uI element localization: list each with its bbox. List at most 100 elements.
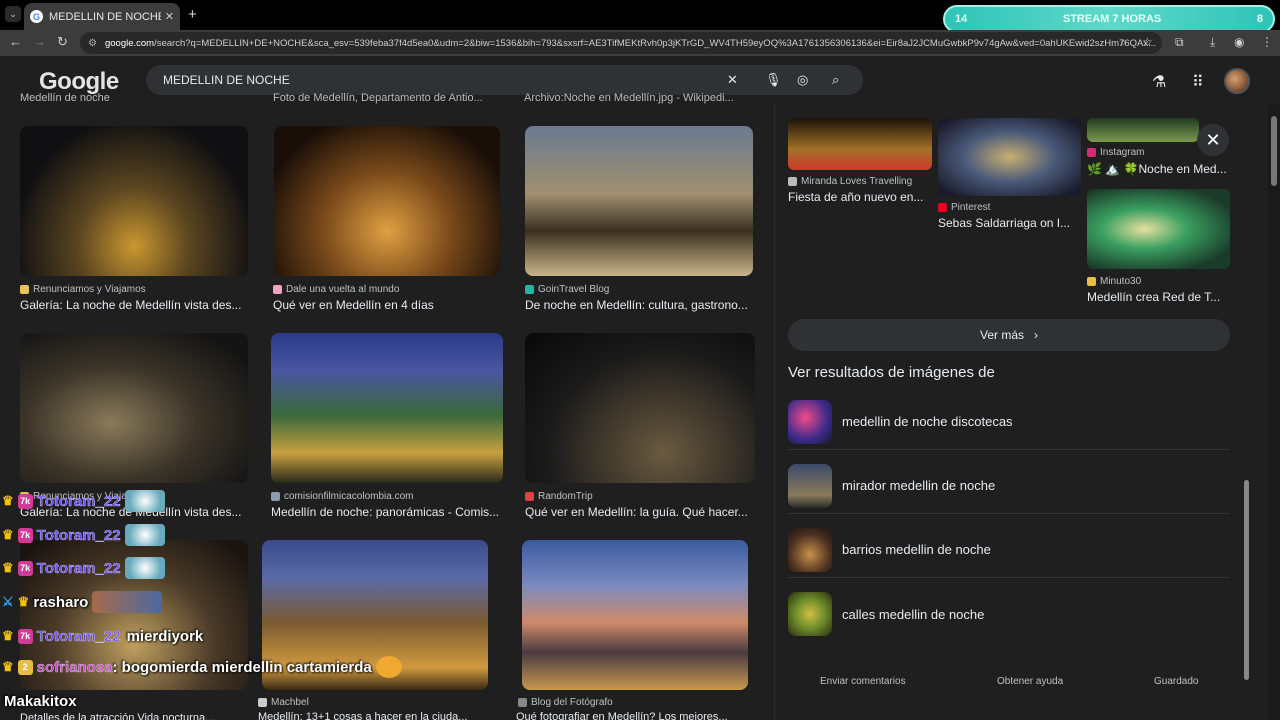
panel-caption-4[interactable]: Medellín crea Red de T... — [1087, 290, 1227, 304]
partial-caption-1[interactable]: Medellín de noche — [20, 92, 248, 104]
panel-caption-2[interactable]: Sebas Saldarriaga on I... — [938, 216, 1078, 230]
reload-icon[interactable]: ↻ — [57, 34, 68, 50]
panel-image-1[interactable] — [788, 118, 932, 170]
apps-grid-icon[interactable]: ⠿ — [1192, 72, 1204, 92]
result-image-9[interactable] — [522, 540, 748, 690]
stream-label: STREAM 7 HORAS — [1062, 13, 1162, 25]
new-tab-button[interactable]: + — [188, 6, 197, 23]
stream-right-count: 8 — [1256, 13, 1263, 25]
related-search-2[interactable]: mirador medellin de noche — [788, 458, 1230, 514]
streamer-nickname: Makakitox — [4, 693, 77, 710]
search-icon[interactable]: ⌕ — [832, 72, 839, 88]
panel-image-3[interactable] — [1087, 118, 1199, 142]
tab-title: MEDELLIN DE NOCHE - Buscar — [49, 10, 161, 23]
stream-left-count: 14 — [955, 13, 968, 25]
search-input[interactable]: MEDELLIN DE NOCHE ✕ 🎙 ◎ ⌕ — [146, 65, 863, 95]
result-image-3[interactable] — [525, 126, 753, 276]
chat-message: ♛ 7k Totoram_22 — [2, 557, 165, 579]
ver-mas-button[interactable]: Ver más › — [788, 319, 1230, 351]
extensions-icon[interactable]: ⧉ — [1175, 35, 1184, 50]
result-caption-8[interactable]: Medellín: 13+1 cosas a hacer en la ciuda… — [258, 711, 488, 720]
account-avatar[interactable] — [1224, 68, 1250, 94]
result-caption-7[interactable]: Detalles de la atracción Vida nocturna..… — [20, 712, 220, 720]
address-bar[interactable]: ⚙ google.com /search?q=MEDELLIN+DE+NOCHE… — [80, 32, 1162, 54]
sub-badge-icon: 7k — [17, 493, 33, 509]
tab-search-button[interactable]: ⌄ — [5, 6, 21, 22]
panel-source-2[interactable]: Pinterest — [938, 202, 990, 213]
chat-message: ♛ 7k Totoram_22 — [2, 490, 165, 512]
crown-icon: ♛ — [17, 594, 30, 609]
result-image-5[interactable] — [271, 333, 503, 483]
tab-bar: ⌄ G MEDELLIN DE NOCHE - Buscar ✕ + 14 ST… — [0, 0, 1280, 33]
panel-source-4[interactable]: Minuto30 — [1087, 276, 1141, 287]
related-thumb-1 — [788, 399, 832, 444]
emote-icon — [124, 557, 165, 579]
result-source-5[interactable]: comisionfilmicacolombia.com — [271, 491, 413, 502]
search-query: MEDELLIN DE NOCHE — [163, 73, 290, 87]
download-icon[interactable]: ⤓ — [1210, 35, 1215, 50]
result-caption-5[interactable]: Medellín de noche: panorámicas - Comis..… — [271, 505, 503, 519]
page-scroll-thumb[interactable] — [1271, 116, 1277, 186]
related-search-3[interactable]: barrios medellin de noche — [788, 522, 1230, 578]
result-caption-9[interactable]: Qué fotografiar en Medellín? Los mejores… — [516, 711, 746, 720]
result-source-8[interactable]: Machbel — [258, 697, 309, 708]
url-host: google.com — [104, 37, 155, 49]
site-info-icon[interactable]: ⚙ — [88, 38, 97, 49]
emote-icon — [375, 656, 402, 678]
back-icon[interactable]: ← — [9, 34, 22, 49]
stream-progress-overlay: 14 STREAM 7 HORAS 8 — [943, 5, 1275, 33]
menu-icon[interactable]: ⋮ — [1261, 35, 1273, 49]
panel-caption-3[interactable]: 🌿 🏔️ 🍀Noche en Med... — [1087, 162, 1227, 176]
tab-active[interactable]: G MEDELLIN DE NOCHE - Buscar ✕ — [24, 3, 180, 30]
result-image-1[interactable] — [20, 126, 248, 276]
browser-window: { "browser": { "tab_title": "MEDELLIN DE… — [0, 0, 1280, 720]
crown-icon: ♛ — [2, 560, 14, 575]
crown-icon: ♛ — [2, 628, 14, 643]
related-search-1[interactable]: medellin de noche discotecas — [788, 394, 1230, 450]
zoom-icon[interactable]: ⌕ — [1120, 35, 1127, 50]
panel-close-button[interactable]: ✕ — [1197, 124, 1229, 156]
crown-icon: ♛ — [2, 493, 14, 508]
emote-icon — [124, 524, 165, 546]
bookmark-star-icon[interactable]: ☆ — [1142, 35, 1153, 49]
mic-icon[interactable]: 🎙 — [765, 72, 782, 88]
page-scrollbar[interactable] — [1268, 104, 1280, 720]
partial-caption-2[interactable]: Foto de Medellín, Departamento de Antio.… — [273, 92, 501, 104]
result-caption-2[interactable]: Qué ver en Medellín en 4 días — [273, 298, 503, 312]
panel-caption-1[interactable]: Fiesta de año nuevo en... — [788, 190, 928, 204]
result-source-9[interactable]: Blog del Fotógrafo — [518, 697, 613, 708]
related-thumb-3 — [788, 527, 832, 572]
panel-scrollbar[interactable] — [1244, 120, 1250, 690]
panel-source-3[interactable]: Instagram — [1087, 147, 1144, 158]
result-image-6[interactable] — [525, 333, 755, 483]
result-caption-1[interactable]: Galería: La noche de Medellín vista des.… — [20, 298, 250, 312]
gift-badge-icon: 2 — [17, 659, 33, 675]
panel-scroll-thumb[interactable] — [1244, 480, 1249, 680]
browser-toolbar: ← → ↻ ⚙ google.com /search?q=MEDELLIN+DE… — [0, 30, 1280, 56]
panel-source-1[interactable]: Miranda Loves Travelling — [788, 176, 912, 187]
partial-caption-3[interactable]: Archivo:Noche en Medellín.jpg - Wikipedi… — [524, 92, 752, 104]
close-icon: ✕ — [1205, 129, 1221, 150]
panel-image-2[interactable] — [938, 118, 1081, 196]
result-caption-3[interactable]: De noche en Medellín: cultura, gastrono.… — [525, 298, 755, 312]
panel-image-4[interactable] — [1087, 189, 1230, 269]
result-image-2[interactable] — [274, 126, 500, 276]
profile-icon[interactable]: ◉ — [1234, 35, 1244, 49]
result-caption-6[interactable]: Qué ver en Medellín: la guía. Qué hacer.… — [525, 505, 755, 519]
sub-badge-icon: 7k — [17, 527, 33, 543]
crown-icon: ♛ — [2, 527, 14, 542]
result-source-6[interactable]: RandomTrip — [525, 491, 593, 502]
result-source-3[interactable]: GoinTravel Blog — [525, 284, 609, 295]
result-source-1[interactable]: Renunciamos y Viajamos — [20, 284, 146, 295]
send-feedback-link[interactable]: Enviar comentarios — [820, 676, 906, 687]
forward-icon[interactable]: → — [33, 34, 46, 49]
lens-icon[interactable]: ◎ — [797, 72, 808, 88]
saved-link[interactable]: Guardado — [1154, 676, 1198, 687]
labs-icon[interactable]: ⚗ — [1152, 72, 1166, 92]
related-search-4[interactable]: calles medellin de noche — [788, 586, 1230, 642]
clear-icon[interactable]: ✕ — [727, 72, 738, 88]
get-help-link[interactable]: Obtener ayuda — [997, 676, 1063, 687]
result-source-2[interactable]: Dale una vuelta al mundo — [273, 284, 399, 295]
result-image-4[interactable] — [20, 333, 248, 483]
tab-close-icon[interactable]: ✕ — [165, 10, 174, 23]
